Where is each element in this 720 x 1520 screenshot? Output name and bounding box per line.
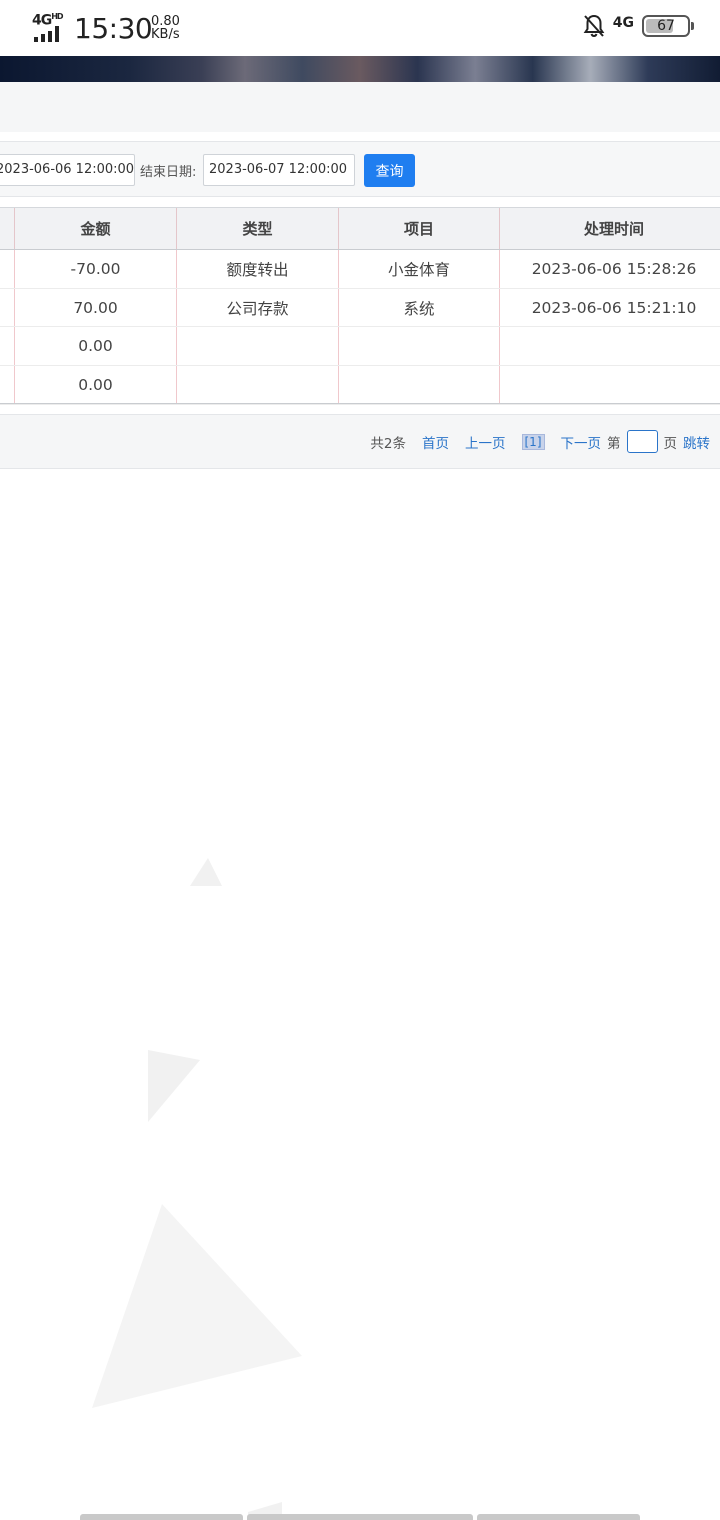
table-cell-time bbox=[500, 366, 720, 404]
column-header-item: 项目 bbox=[339, 208, 500, 249]
table-cell-time bbox=[500, 327, 720, 365]
table-header-row: 金额 类型 项目 处理时间 bbox=[0, 208, 720, 250]
next-page-link[interactable]: 下一页 bbox=[561, 432, 602, 452]
column-header bbox=[0, 208, 15, 249]
date-filter-bar: 2023-06-06 12:00:00 结束日期: 2023-06-07 12:… bbox=[0, 141, 720, 197]
table-cell-type: 额度转出 bbox=[177, 250, 339, 288]
nav-indicator-segment bbox=[80, 1514, 243, 1520]
table-cell-amount: -70.00 bbox=[15, 250, 177, 288]
table-cell-type bbox=[177, 366, 339, 404]
current-page[interactable]: [1] bbox=[521, 433, 545, 450]
pagination-bar: 共2条 首页 上一页 [1] 下一页 第 页 跳转 bbox=[0, 414, 720, 469]
start-date-input[interactable]: 2023-06-06 12:00:00 bbox=[0, 154, 135, 186]
end-date-input[interactable]: 2023-06-07 12:00:00 bbox=[203, 154, 355, 186]
table-cell bbox=[0, 250, 15, 288]
background-triangles-decoration bbox=[92, 858, 302, 1520]
table-cell-amount: 70.00 bbox=[15, 288, 177, 327]
table-cell-type bbox=[177, 327, 339, 366]
first-page-link[interactable]: 首页 bbox=[422, 432, 449, 452]
nav-indicator-segment bbox=[477, 1514, 640, 1520]
jump-link[interactable]: 跳转 bbox=[683, 432, 710, 452]
table-cell bbox=[0, 327, 15, 366]
page-number-input[interactable] bbox=[626, 430, 658, 453]
table-cell-type: 公司存款 bbox=[177, 288, 339, 327]
transaction-table: 金额 类型 项目 处理时间 -70.00 额度转出 小金体育 2023-06-0… bbox=[0, 207, 720, 405]
table-cell-item bbox=[339, 366, 500, 404]
table-cell-amount: 0.00 bbox=[15, 366, 177, 404]
status-bar: 4GHD 15:30 0.80 KB/s 4G 67 bbox=[0, 0, 720, 56]
table-cell-item: 系统 bbox=[339, 288, 500, 327]
page-suffix-label: 页 bbox=[663, 435, 678, 452]
network-indicator: 4GHD bbox=[32, 12, 68, 42]
table-row: 0.00 bbox=[0, 327, 720, 367]
mobile-data-label: 4G bbox=[612, 15, 634, 31]
table-cell-item bbox=[339, 327, 500, 366]
table-cell-time: 2023-06-06 15:28:26 bbox=[531, 259, 697, 278]
query-button[interactable]: 查询 bbox=[364, 154, 415, 187]
table-cell bbox=[0, 366, 15, 404]
bell-off-icon bbox=[583, 14, 605, 38]
column-header-time: 处理时间 bbox=[583, 220, 644, 238]
column-header-type: 类型 bbox=[177, 208, 339, 249]
battery-icon: 67 bbox=[642, 15, 694, 37]
battery-level: 67 bbox=[657, 18, 675, 34]
table-cell bbox=[0, 288, 15, 327]
total-count: 共2条 bbox=[370, 435, 406, 452]
table-bottom-border bbox=[0, 403, 720, 404]
table-cell-item: 小金体育 bbox=[339, 250, 500, 288]
network-speed: 0.80 KB/s bbox=[151, 15, 180, 41]
table-row: 70.00 公司存款 系统 2023-06-06 15:21:10 bbox=[0, 288, 720, 328]
table-row: 0.00 bbox=[0, 366, 720, 405]
signal-bars-icon bbox=[34, 26, 59, 42]
speed-unit: KB/s bbox=[151, 27, 180, 42]
table-row: -70.00 额度转出 小金体育 2023-06-06 15:28:26 bbox=[0, 250, 720, 289]
page-prefix-label: 第 bbox=[607, 435, 621, 452]
clock: 15:30 bbox=[74, 12, 153, 45]
prev-page-link[interactable]: 上一页 bbox=[465, 432, 506, 452]
header-banner-image bbox=[0, 56, 720, 82]
table-cell-time: 2023-06-06 15:21:10 bbox=[531, 298, 697, 317]
network-hd-label: HD bbox=[51, 12, 63, 21]
header-gray-area bbox=[0, 82, 720, 132]
end-date-label: 结束日期: bbox=[140, 165, 197, 180]
table-cell-amount: 0.00 bbox=[15, 327, 177, 366]
nav-indicator-segment bbox=[247, 1514, 473, 1520]
column-header-amount: 金额 bbox=[15, 208, 177, 249]
